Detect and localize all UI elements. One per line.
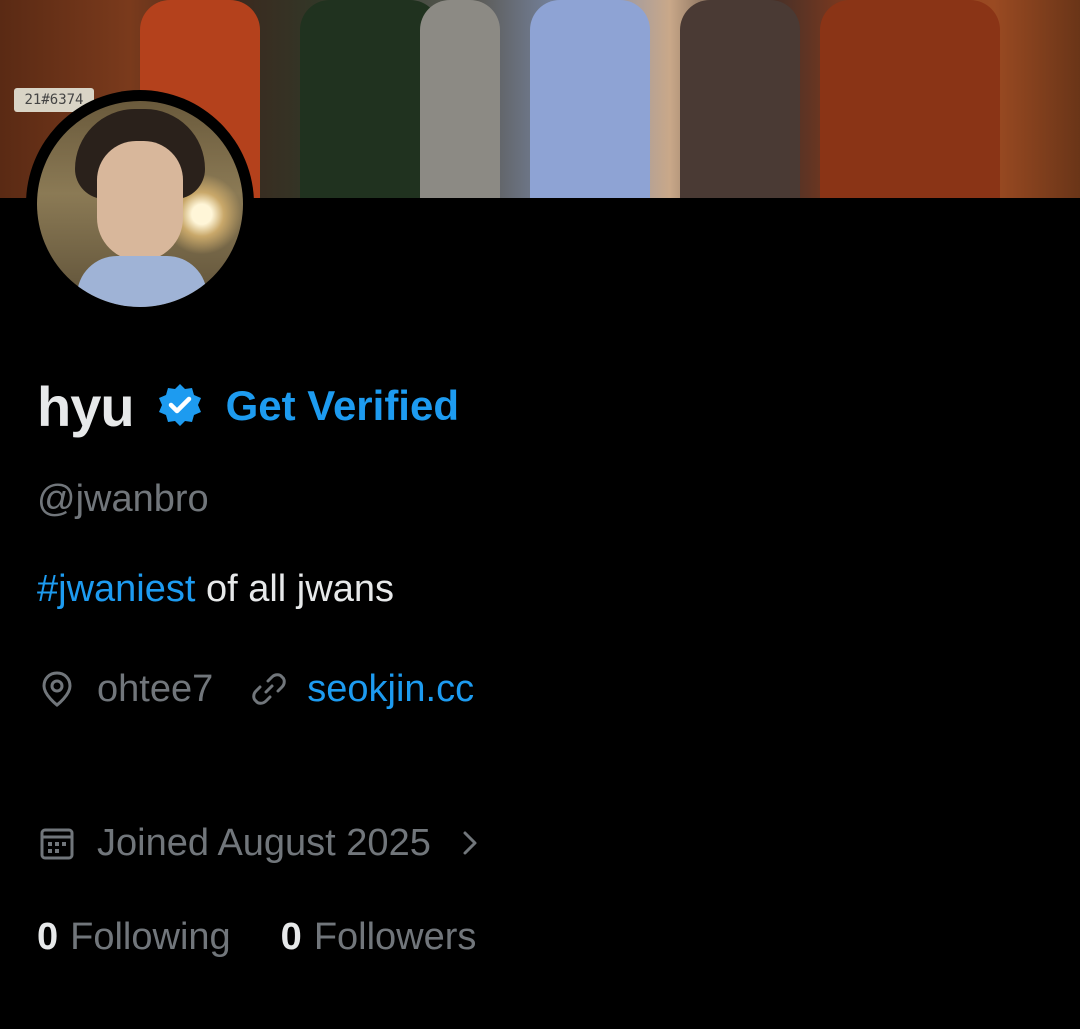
verified-badge-icon[interactable] — [156, 382, 204, 430]
website-link[interactable]: seokjin.cc — [307, 668, 474, 711]
banner-figure — [680, 0, 800, 198]
banner-figure — [300, 0, 440, 198]
location-pin-icon — [37, 669, 77, 709]
banner-figure — [820, 0, 1000, 198]
joined-row[interactable]: Joined August 2025 — [37, 818, 485, 868]
followers-label: Followers — [313, 915, 477, 958]
avatar-face — [97, 141, 183, 261]
avatar[interactable] — [37, 101, 243, 307]
get-verified-link[interactable]: Get Verified — [226, 382, 459, 430]
banner-figure — [530, 0, 650, 198]
chevron-right-icon[interactable] — [457, 823, 485, 863]
calendar-icon — [37, 823, 77, 863]
following-link[interactable]: 0 Following — [37, 916, 231, 959]
profile-meta-row: ohtee7 seokjin.cc — [37, 664, 474, 714]
joined-date-text: Joined August 2025 — [97, 821, 431, 864]
user-handle: @jwanbro — [37, 478, 209, 520]
followers-count: 0 — [280, 915, 302, 958]
display-name: hyu — [37, 374, 135, 438]
follow-stats-row: 0 Following 0 Followers — [37, 912, 476, 962]
avatar-shirt — [77, 256, 207, 307]
location-text: ohtee7 — [97, 667, 214, 710]
followers-link[interactable]: 0 Followers — [281, 916, 477, 959]
following-label: Following — [70, 915, 231, 958]
following-count: 0 — [37, 915, 59, 958]
name-row: hyu Get Verified — [37, 368, 459, 444]
bio-text: of all jwans — [195, 568, 394, 610]
bio: #jwaniest of all jwans — [37, 568, 394, 611]
banner-figure — [420, 0, 500, 198]
bio-hashtag-link[interactable]: #jwaniest — [37, 568, 195, 610]
link-icon — [249, 669, 289, 709]
